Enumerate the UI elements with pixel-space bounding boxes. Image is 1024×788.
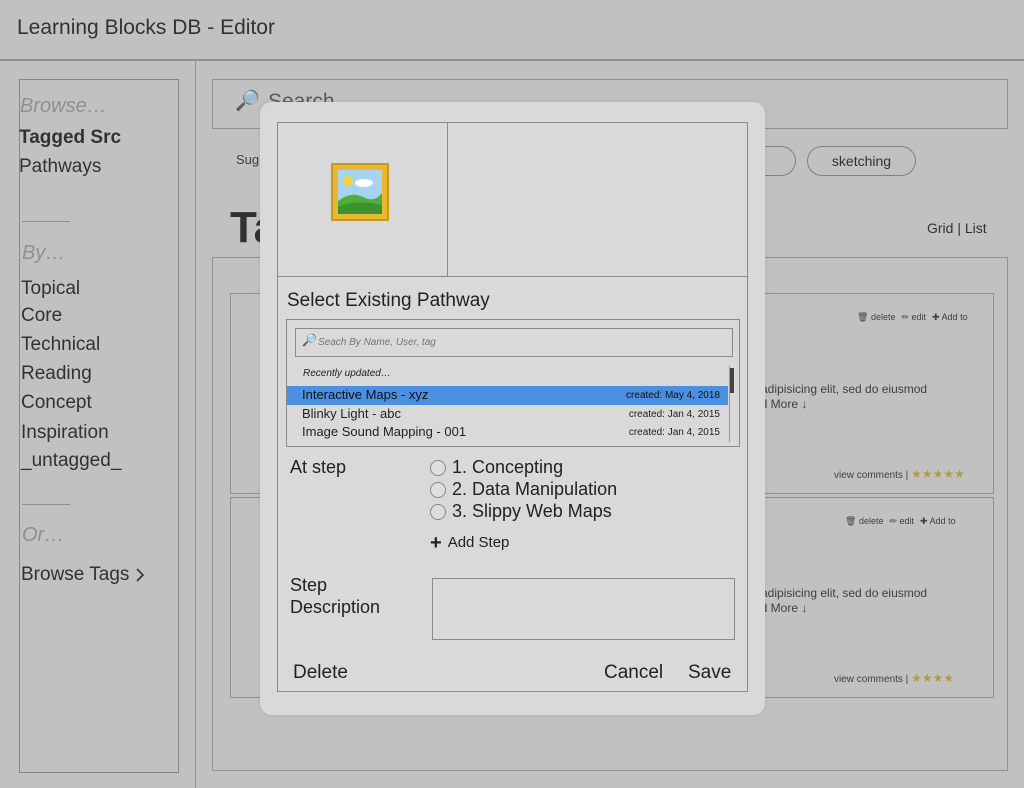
step-option-concepting[interactable]: 1. Concepting (430, 457, 563, 478)
select-pathway-title: Select Existing Pathway (287, 290, 490, 311)
pathway-name: Image Sound Mapping - 001 (302, 424, 467, 439)
list-scrollbar-thumb[interactable] (730, 368, 734, 393)
pathway-created: created: Jan 4, 2015 (628, 427, 720, 438)
radio-button[interactable] (430, 459, 446, 476)
pathway-row-interactive-maps[interactable]: Interactive Maps - xyz created: May 4, 2… (287, 386, 728, 405)
step-description-input[interactable] (432, 578, 735, 640)
plus-icon: + (430, 531, 442, 554)
save-button[interactable]: Save (688, 662, 731, 684)
preview-box (448, 122, 748, 277)
pathway-name: Blinky Light - abc (302, 406, 401, 421)
delete-button[interactable]: Delete (293, 662, 348, 684)
pathway-created: created: Jan 4, 2015 (628, 409, 720, 420)
pathway-created: created: May 4, 2018 (626, 390, 720, 401)
add-step-label: Add Step (447, 534, 510, 551)
step-label: 2. Data Manipulation (452, 479, 618, 499)
step-label: 1. Concepting (452, 457, 564, 477)
pathway-row-blinky-light[interactable]: Blinky Light - abc created: Jan 4, 2015 (287, 405, 728, 424)
step-option-data-manipulation[interactable]: 2. Data Manipulation (430, 479, 617, 500)
search-icon: 🔎 (302, 333, 317, 347)
pathway-name: Interactive Maps - xyz (302, 387, 429, 402)
add-step-button[interactable]: + Add Step (430, 531, 510, 554)
at-step-label: At step (290, 457, 347, 477)
pathway-search-input[interactable] (295, 328, 733, 357)
step-description-label: Step Description (290, 575, 381, 617)
step-option-slippy-web-maps[interactable]: 3. Slippy Web Maps (430, 501, 612, 522)
framed-picture-icon (331, 163, 389, 221)
pathway-row-image-sound-mapping[interactable]: Image Sound Mapping - 001 created: Jan 4… (287, 423, 728, 442)
cancel-button[interactable]: Cancel (604, 662, 663, 684)
recently-updated-label: Recently updated… (303, 368, 391, 379)
radio-button[interactable] (430, 481, 446, 498)
radio-button[interactable] (430, 503, 446, 520)
step-label: 3. Slippy Web Maps (452, 501, 612, 521)
